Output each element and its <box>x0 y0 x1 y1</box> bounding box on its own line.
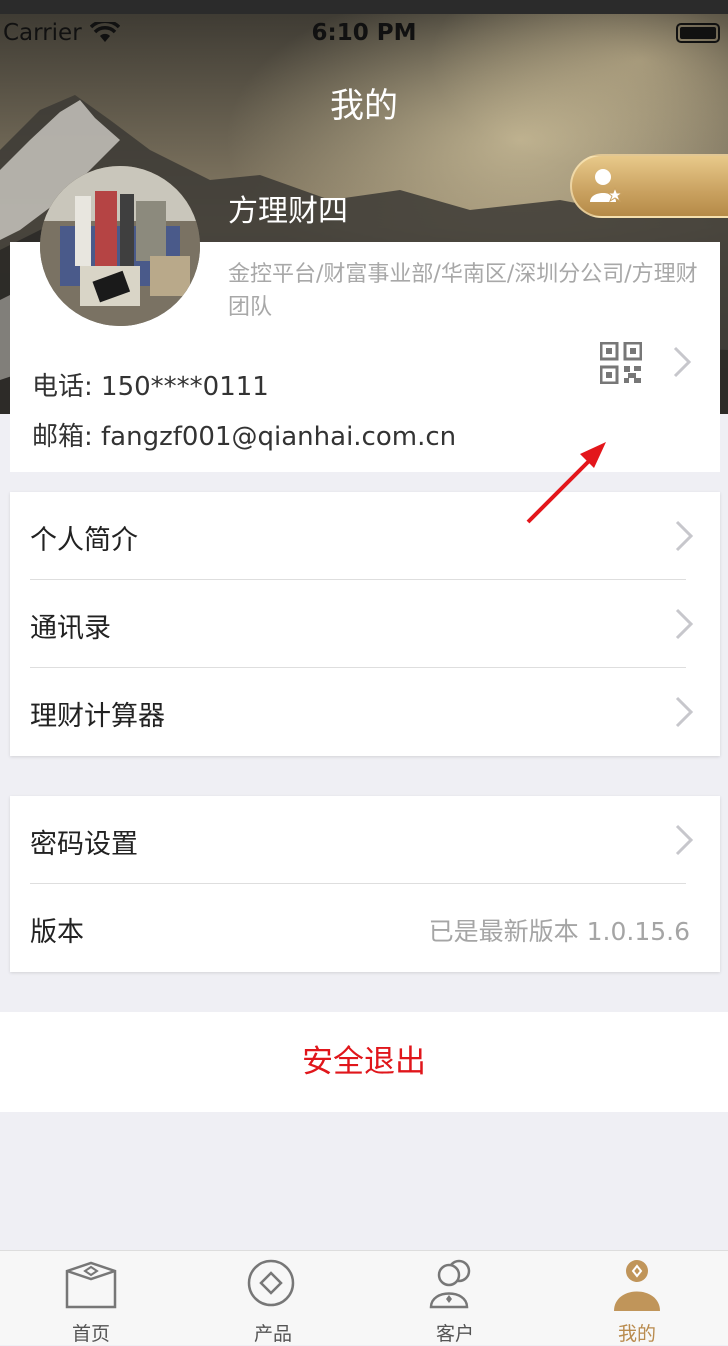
status-time: 6:10 PM <box>311 20 417 46</box>
menu-item-label: 理财计算器 <box>30 701 165 732</box>
logout-button[interactable]: 安全退出 <box>0 1012 728 1112</box>
tab-label: 产品 <box>253 1323 292 1345</box>
user-star-icon <box>590 168 624 208</box>
avatar[interactable] <box>40 166 200 326</box>
avatar-photo <box>40 166 200 326</box>
clients-icon <box>427 1257 483 1317</box>
version-value: 已是最新版本 1.0.15.6 <box>428 917 690 946</box>
chevron-right-icon <box>674 520 694 556</box>
member-badge-button[interactable] <box>570 154 728 218</box>
user-phone: 电话: 150****0111 <box>32 372 269 402</box>
menu-item-calculator[interactable]: 理财计算器 <box>10 668 720 756</box>
user-email: 邮箱: fangzf001@qianhai.com.cn <box>32 422 457 452</box>
home-box-icon <box>63 1257 119 1317</box>
product-diamond-icon <box>245 1257 301 1317</box>
person-icon <box>609 1257 665 1317</box>
menu-group-profile: 个人简介 通讯录 理财计算器 <box>10 492 720 756</box>
red-arrow-annotation <box>520 436 612 532</box>
menu-group-settings: 密码设置 版本 已是最新版本 1.0.15.6 <box>10 796 720 972</box>
tab-bar: 首页 产品 客户 我的 <box>0 1250 728 1345</box>
tab-label: 客户 <box>435 1323 474 1345</box>
menu-item-version[interactable]: 版本 已是最新版本 1.0.15.6 <box>10 884 720 972</box>
tab-label: 首页 <box>71 1323 110 1345</box>
qr-code-icon[interactable] <box>599 341 643 388</box>
top-edge <box>0 0 728 14</box>
menu-item-label: 通讯录 <box>30 613 111 644</box>
chevron-right-icon <box>674 824 694 860</box>
page-title: 我的 <box>330 86 398 126</box>
user-organization: 金控平台/财富事业部/华南区/深圳分公司/方理财团队 <box>228 262 698 320</box>
logout-label: 安全退出 <box>302 1044 426 1080</box>
menu-item-profile-intro[interactable]: 个人简介 <box>10 492 720 580</box>
menu-item-label: 密码设置 <box>30 829 138 860</box>
tab-products[interactable]: 产品 <box>182 1251 364 1345</box>
chevron-right-icon <box>674 696 694 732</box>
chevron-right-icon[interactable] <box>672 346 692 382</box>
tab-label: 我的 <box>617 1323 656 1345</box>
menu-item-label: 版本 <box>30 917 84 948</box>
battery-icon <box>676 23 720 43</box>
tab-clients[interactable]: 客户 <box>364 1251 546 1345</box>
chevron-right-icon <box>674 608 694 644</box>
menu-item-password[interactable]: 密码设置 <box>10 796 720 884</box>
user-name: 方理财四 <box>228 194 348 229</box>
tab-mine[interactable]: 我的 <box>546 1251 728 1345</box>
status-bar: Carrier 6:10 PM <box>0 14 728 54</box>
tab-home[interactable]: 首页 <box>0 1251 182 1345</box>
menu-item-label: 个人简介 <box>30 525 138 556</box>
menu-item-contacts[interactable]: 通讯录 <box>10 580 720 668</box>
